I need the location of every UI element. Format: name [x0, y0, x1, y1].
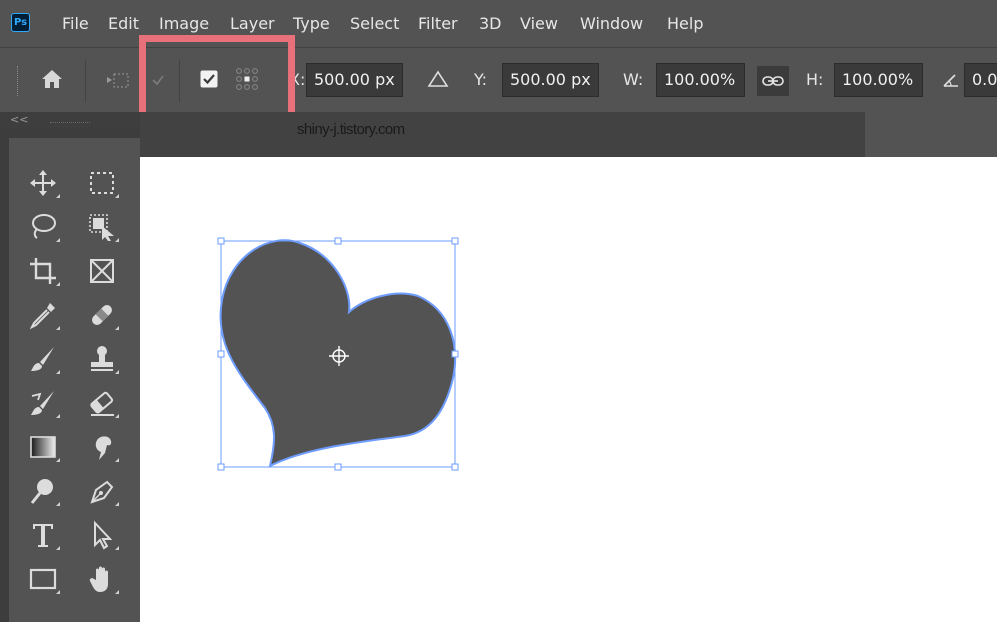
heart-shape[interactable] — [219, 239, 457, 468]
shape-layer-overlay — [217, 237, 459, 471]
